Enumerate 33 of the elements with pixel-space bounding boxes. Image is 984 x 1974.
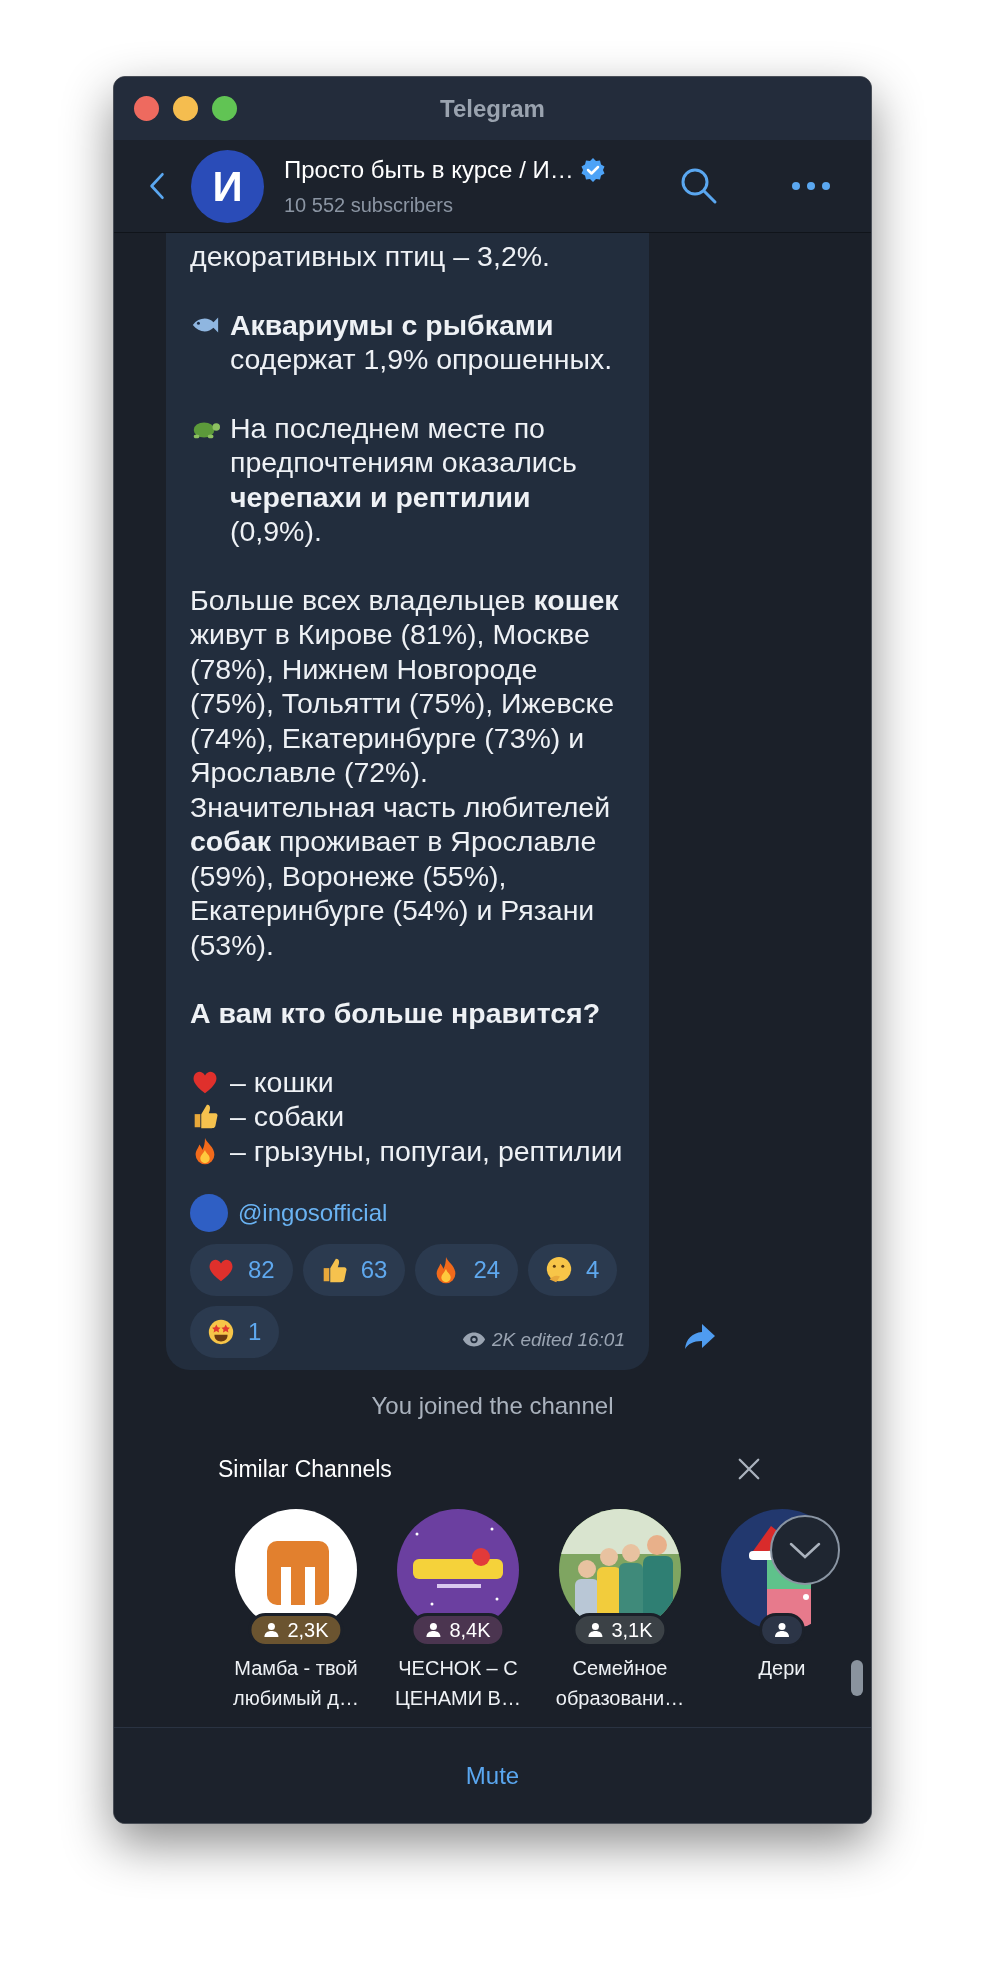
mute-button[interactable]: Mute [455, 1751, 530, 1800]
reaction-button[interactable]: 24 [415, 1244, 519, 1296]
message-text: А вам кто больше нравится? [190, 996, 601, 1031]
channel-title[interactable]: Просто быть в курсе / И… [284, 152, 574, 188]
subscriber-badge: 8,4K [410, 1612, 506, 1647]
reaction-button[interactable]: 1 [190, 1306, 280, 1358]
section-title: Similar Channels [218, 1455, 392, 1484]
reaction-button[interactable]: 63 [302, 1244, 406, 1296]
message-text: декоративных птиц – 3,2%. [190, 239, 550, 274]
message-text: – собаки [230, 1099, 345, 1134]
window-title: Telegram [440, 93, 545, 124]
channel-name: Семейное образовани… [554, 1655, 686, 1711]
reaction-button[interactable]: 82 [190, 1244, 293, 1296]
author-link[interactable]: @ingosofficial [238, 1195, 388, 1231]
channel-name: ЧЕСНОК – С ЦЕНАМИ В… [394, 1655, 522, 1711]
message-meta: 2K edited 16:01 [491, 1327, 625, 1352]
channel-card[interactable]: 8,4K ЧЕСНОК – С ЦЕНАМИ В… [377, 1508, 539, 1713]
subscriber-count: 10 552 subscribers [284, 193, 454, 218]
channel-name: Дери [757, 1655, 807, 1681]
subscriber-badge: 2,3K [248, 1612, 344, 1647]
message-text: Больше всех владельцев кошек живут в Кирове (81%), Москве (78%), Нижнем Новгороде (75%), Тольятти (75%), Ижевске (74%), Екатеринбурге (73%) и Ярославле (72%). [190, 582, 620, 790]
service-message: You joined the channel [370, 1391, 615, 1421]
channel-card[interactable]: 3,1K Семейное образовани… [539, 1508, 701, 1713]
channel-card[interactable]: 2,3K Мамба - твой любимый д… [215, 1508, 377, 1713]
message-text: – кошки [230, 1064, 334, 1099]
message-text: Значительная часть любителей собак проживает в Ярославле (59%), Воронеже (55%), Екатеринбурге (54%) и Рязани (53%). [190, 789, 612, 962]
channel-avatar: И [191, 149, 264, 223]
subscriber-badge: 3,1K [572, 1612, 668, 1647]
reaction-button[interactable]: 4 [528, 1244, 618, 1296]
message-text: На последнем месте по предпочтениям оказались черепахи и рептилии (0,9%). [230, 410, 578, 549]
channel-name: Мамба - твой любимый д… [232, 1655, 360, 1711]
message-text: Аквариумы с рыбками содержат 1,9% опрошенных. [230, 307, 614, 377]
message-text: – грызуны, попугаи, рептилии [230, 1133, 623, 1168]
